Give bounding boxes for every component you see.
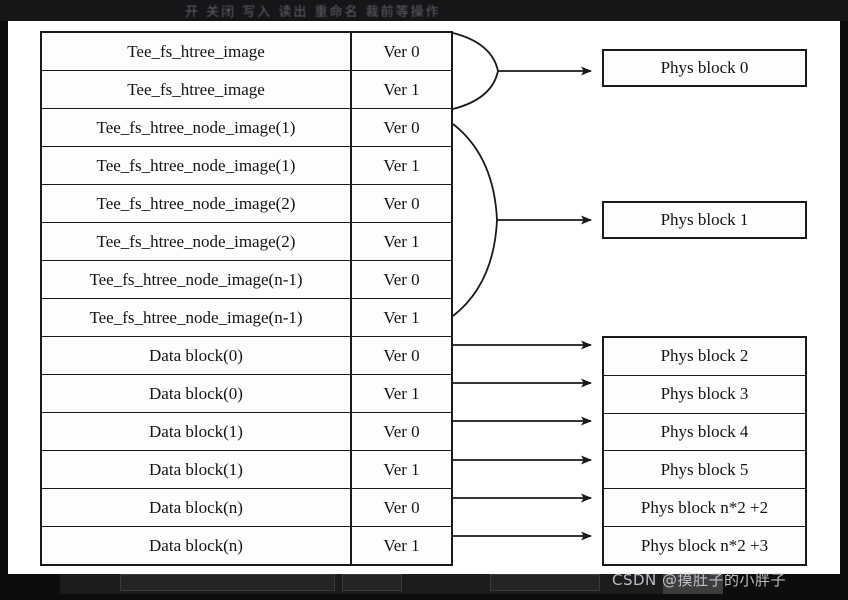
brace-htree-image: [452, 32, 592, 110]
phys-block-row: Phys block 3: [604, 376, 805, 414]
row-name: Tee_fs_htree_image: [42, 33, 352, 70]
table-row: Data block(0) Ver 1: [42, 375, 451, 413]
row-name: Tee_fs_htree_node_image(1): [42, 147, 352, 184]
logical-image-table: Tee_fs_htree_image Ver 0 Tee_fs_htree_im…: [40, 31, 453, 566]
row-name: Tee_fs_htree_node_image(1): [42, 109, 352, 146]
row-name: Data block(n): [42, 489, 352, 526]
row-version: Ver 0: [383, 117, 420, 137]
phys-block-0-box: Phys block 0: [602, 49, 807, 87]
row-name: Tee_fs_htree_image: [42, 71, 352, 108]
phys-block-stack: Phys block 2 Phys block 3 Phys block 4 P…: [602, 336, 807, 566]
row-name: Tee_fs_htree_node_image(n-1): [42, 299, 352, 336]
viewer-bottom-field-b[interactable]: [342, 574, 402, 591]
row-version: Ver 1: [383, 459, 420, 479]
row-version: Ver 0: [383, 345, 420, 365]
data-block-arrows: [453, 340, 592, 541]
table-row: Tee_fs_htree_node_image(1) Ver 1: [42, 147, 451, 185]
viewer-bottom-field-c[interactable]: [490, 574, 600, 591]
row-version: Ver 1: [383, 383, 420, 403]
phys-block-row: Phys block 5: [604, 451, 805, 490]
row-version: Ver 1: [383, 307, 420, 327]
phys-block-1-box: Phys block 1: [602, 201, 807, 239]
csdn-watermark: CSDN @摸肚子的小胖子: [612, 571, 787, 589]
row-name: Tee_fs_htree_node_image(2): [42, 185, 352, 222]
row-name: Data block(n): [42, 527, 352, 564]
table-row: Tee_fs_htree_image Ver 0: [42, 33, 451, 71]
row-name: Tee_fs_htree_node_image(n-1): [42, 261, 352, 298]
row-version: Ver 1: [383, 79, 420, 99]
phys-block-row: Phys block 4: [604, 414, 805, 452]
viewer-bottom-field-a[interactable]: [120, 574, 335, 591]
row-version: Ver 0: [383, 497, 420, 517]
row-name: Data block(1): [42, 413, 352, 450]
row-name: Data block(1): [42, 451, 352, 488]
row-name: Data block(0): [42, 337, 352, 374]
row-version: Ver 1: [383, 155, 420, 175]
row-name: Tee_fs_htree_node_image(2): [42, 223, 352, 260]
table-row: Data block(1) Ver 0: [42, 413, 451, 451]
table-row: Tee_fs_htree_node_image(n-1) Ver 0: [42, 261, 451, 299]
row-version: Ver 0: [383, 421, 420, 441]
row-version: Ver 1: [383, 231, 420, 251]
screenshot-root: 开 关闭 写入 读出 重命名 裁前等操作 Tee_fs_htree_image …: [0, 0, 848, 600]
table-row: Tee_fs_htree_node_image(2) Ver 1: [42, 223, 451, 261]
phys-block-row: Phys block n*2 +3: [640, 535, 769, 555]
table-row: Data block(0) Ver 0: [42, 337, 451, 375]
row-version: Ver 0: [383, 193, 420, 213]
phys-block-row: Phys block n*2 +2: [604, 489, 805, 528]
table-row: Tee_fs_htree_node_image(1) Ver 0: [42, 109, 451, 147]
row-version: Ver 0: [383, 269, 420, 289]
table-row: Tee_fs_htree_image Ver 1: [42, 71, 451, 109]
viewer-top-bar-text: 开 关闭 写入 读出 重命名 裁前等操作: [185, 5, 441, 20]
brace-htree-nodes: [452, 123, 592, 317]
table-row: Data block(n) Ver 1: [42, 527, 451, 564]
phys-block-row: Phys block 2: [604, 338, 805, 376]
viewer-top-bar: 开 关闭 写入 读出 重命名 裁前等操作: [0, 0, 848, 21]
table-row: Data block(1) Ver 1: [42, 451, 451, 489]
table-row: Tee_fs_htree_node_image(n-1) Ver 1: [42, 299, 451, 337]
table-row: Data block(n) Ver 0: [42, 489, 451, 527]
row-version: Ver 1: [383, 535, 420, 555]
table-row: Tee_fs_htree_node_image(2) Ver 0: [42, 185, 451, 223]
diagram-canvas: Tee_fs_htree_image Ver 0 Tee_fs_htree_im…: [8, 21, 840, 574]
row-name: Data block(0): [42, 375, 352, 412]
row-version: Ver 0: [383, 41, 420, 61]
